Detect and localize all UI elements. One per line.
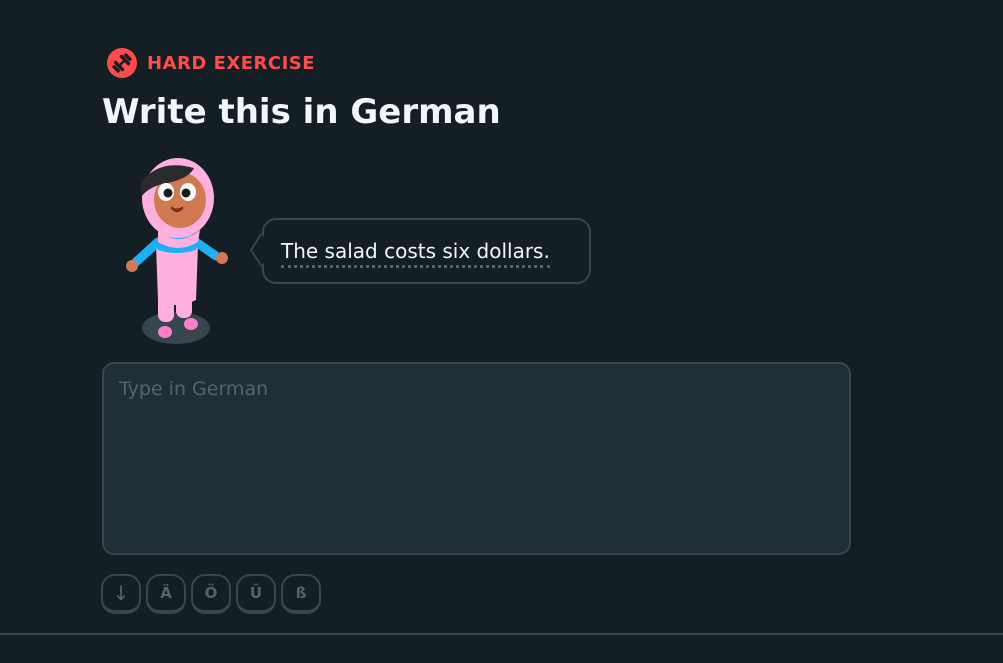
key-u-umlaut[interactable]: Ü (236, 574, 276, 614)
badge-label: HARD EXERCISE (147, 52, 316, 74)
footer-divider (0, 633, 1003, 635)
collapse-keys-button[interactable]: ↓ (101, 574, 141, 614)
speech-bubble-tail (249, 232, 273, 268)
special-characters-bar: ↓ Ä Ö Ü ß (101, 574, 321, 614)
dumbbell-icon (106, 47, 138, 79)
page-title: Write this in German (102, 92, 501, 132)
prompt-sentence[interactable]: The salad costs six dollars. (281, 238, 550, 268)
answer-input[interactable] (102, 362, 851, 555)
key-eszett[interactable]: ß (281, 574, 321, 614)
key-a-umlaut[interactable]: Ä (146, 574, 186, 614)
character-illustration (118, 150, 238, 350)
key-o-umlaut[interactable]: Ö (191, 574, 231, 614)
speech-bubble: The salad costs six dollars. (249, 218, 591, 284)
hard-exercise-badge: HARD EXERCISE (106, 47, 315, 79)
